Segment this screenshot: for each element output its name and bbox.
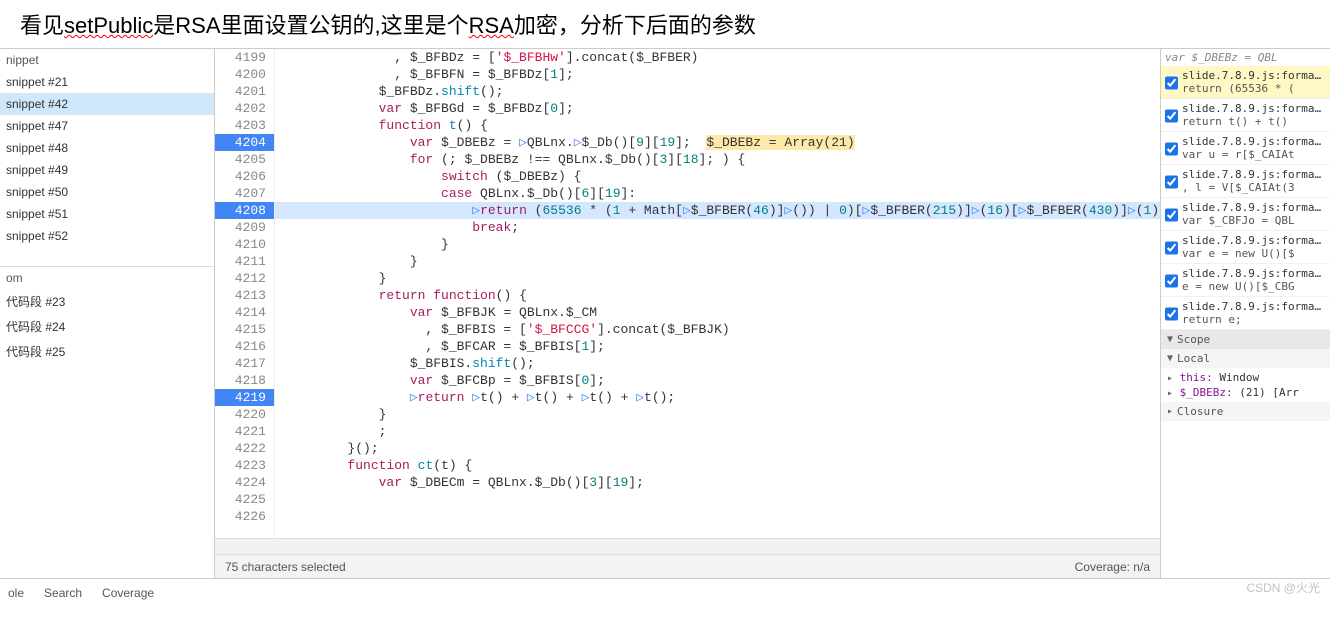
debug-expr: var $_DBEBz = QBL	[1161, 49, 1330, 66]
snippet-item[interactable]: snippet #47	[0, 115, 214, 137]
tab-console[interactable]: ole	[8, 586, 24, 600]
watermark: CSDN @火光	[1246, 579, 1320, 596]
snippet-item[interactable]: 代码段 #23	[0, 289, 214, 314]
snippet-item[interactable]: 代码段 #24	[0, 314, 214, 339]
group-label: om	[0, 267, 214, 289]
chevron-down-icon: ▼	[1167, 334, 1173, 345]
chevron-down-icon: ▼	[1167, 353, 1173, 364]
status-bar: 75 characters selected Coverage: n/a	[215, 554, 1160, 578]
breakpoint-item[interactable]: slide.7.8.9.js:formattereturn t() + t()	[1161, 99, 1330, 132]
snippet-item[interactable]: snippet #42	[0, 93, 214, 115]
coverage-info: Coverage: n/a	[1075, 560, 1150, 574]
breakpoint-item[interactable]: slide.7.8.9.js:formattereturn e;	[1161, 297, 1330, 330]
snippet-item[interactable]: snippet #21	[0, 71, 214, 93]
scope-var[interactable]: ▸ $_DBEBz: (21) [Arr	[1165, 385, 1326, 400]
breakpoint-item[interactable]: slide.7.8.9.js:formattevar e = new U()[$	[1161, 231, 1330, 264]
line-gutter[interactable]: 4199420042014202420342044205420642074208…	[215, 49, 275, 538]
snippet-item[interactable]: snippet #51	[0, 203, 214, 225]
snippet-item[interactable]: snippet #50	[0, 181, 214, 203]
panel-header: nippet	[0, 49, 214, 71]
bottom-tabs: ole Search Coverage	[0, 578, 1330, 606]
breakpoint-checkbox[interactable]	[1165, 269, 1178, 293]
breakpoint-checkbox[interactable]	[1165, 203, 1178, 227]
snippets-panel: nippet snippet #21snippet #42snippet #47…	[0, 49, 215, 578]
snippet-item[interactable]: snippet #48	[0, 137, 214, 159]
breakpoint-item[interactable]: slide.7.8.9.js:formattereturn (65536 * (	[1161, 66, 1330, 99]
code-editor[interactable]: , $_BFBDz = ['$_BFBHw'].concat($_BFBER) …	[275, 49, 1160, 538]
breakpoint-item[interactable]: slide.7.8.9.js:formattevar u = r[$_CAIAt	[1161, 132, 1330, 165]
breakpoint-checkbox[interactable]	[1165, 104, 1178, 128]
debugger-panel: var $_DBEBz = QBL slide.7.8.9.js:formatt…	[1160, 49, 1330, 578]
snippet-item[interactable]: 代码段 #25	[0, 339, 214, 364]
scope-this[interactable]: ▸ this: Window	[1165, 370, 1326, 385]
breakpoint-item[interactable]: slide.7.8.9.js:formatte, l = V[$_CAIAt(3	[1161, 165, 1330, 198]
selection-info: 75 characters selected	[225, 560, 346, 574]
breakpoint-checkbox[interactable]	[1165, 170, 1178, 194]
tab-coverage[interactable]: Coverage	[102, 586, 154, 600]
chevron-right-icon: ▸	[1167, 406, 1173, 417]
breakpoint-checkbox[interactable]	[1165, 236, 1178, 260]
local-section[interactable]: ▼Local	[1161, 349, 1330, 368]
breakpoint-checkbox[interactable]	[1165, 137, 1178, 161]
breakpoint-checkbox[interactable]	[1165, 302, 1178, 326]
breakpoint-item[interactable]: slide.7.8.9.js:formattee = new U()[$_CBG	[1161, 264, 1330, 297]
horizontal-scrollbar[interactable]	[215, 538, 1160, 554]
breakpoint-checkbox[interactable]	[1165, 71, 1178, 95]
closure-section[interactable]: ▸Closure	[1161, 402, 1330, 421]
snippet-item[interactable]: snippet #52	[0, 225, 214, 247]
breakpoint-item[interactable]: slide.7.8.9.js:formattevar $_CBFJo = QBL	[1161, 198, 1330, 231]
scope-section[interactable]: ▼Scope	[1161, 330, 1330, 349]
snippet-item[interactable]: snippet #49	[0, 159, 214, 181]
annotation-text: 看见setPublic是RSA里面设置公钥的,这里是个RSA加密，分析下后面的参…	[0, 0, 1330, 48]
tab-search[interactable]: Search	[44, 586, 82, 600]
